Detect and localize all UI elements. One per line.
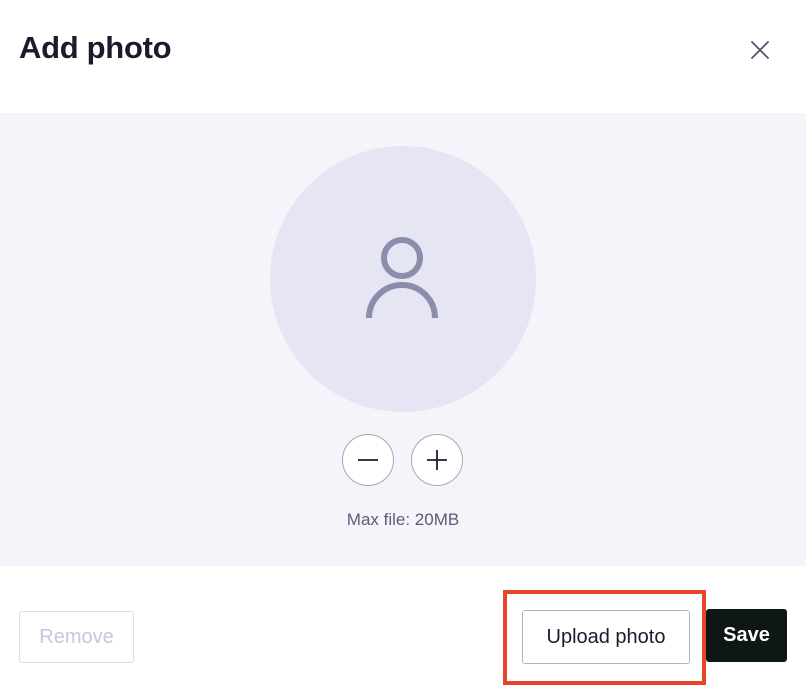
remove-button[interactable]: Remove [19,611,134,663]
minus-icon [358,459,378,461]
dialog-header: Add photo [0,0,806,113]
user-silhouette-icon [366,237,438,319]
dialog-title: Add photo [19,30,172,65]
close-button[interactable] [744,34,776,66]
dialog-footer: Remove Upload photo Save [0,566,806,694]
close-icon [751,41,769,59]
zoom-in-button[interactable] [411,434,463,486]
plus-icon [427,450,447,470]
avatar-placeholder [270,146,536,412]
zoom-out-button[interactable] [342,434,394,486]
save-button[interactable]: Save [706,609,787,662]
upload-photo-button[interactable]: Upload photo [522,610,690,664]
photo-preview-area: Max file: 20MB [0,113,806,566]
max-file-size-hint: Max file: 20MB [346,510,460,529]
